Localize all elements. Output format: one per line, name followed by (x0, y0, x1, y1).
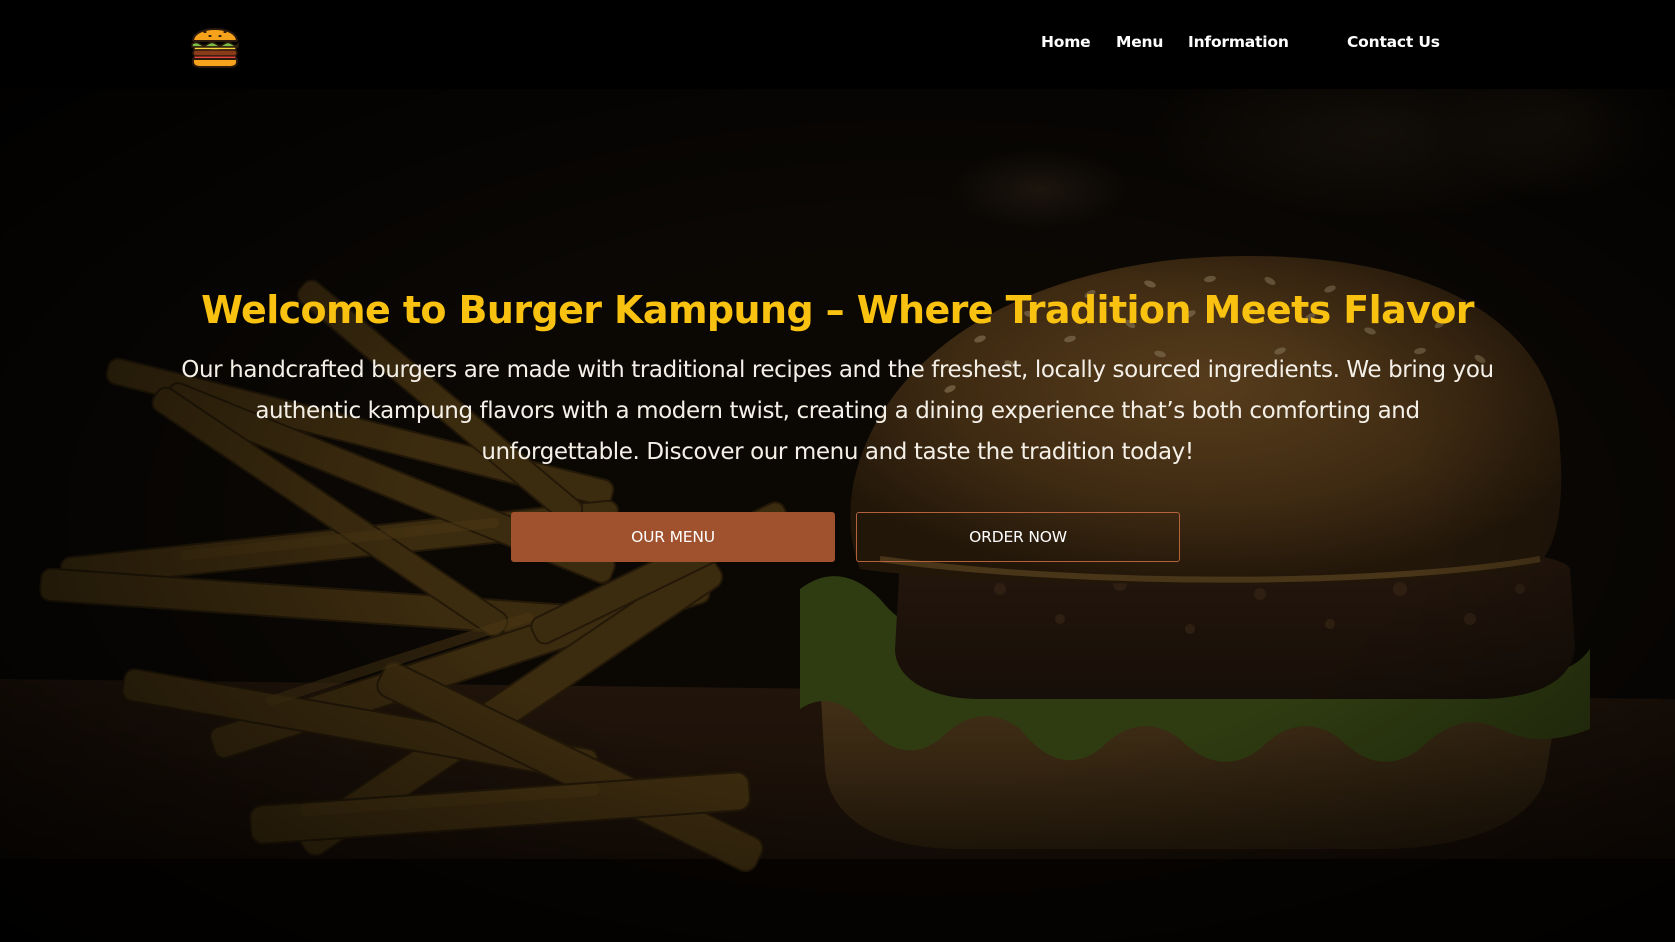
nav-link-home[interactable]: Home (1041, 33, 1091, 51)
hero-title: Welcome to Burger Kampung – Where Tradit… (201, 288, 1474, 332)
nav-link-information[interactable]: Information (1188, 33, 1289, 51)
nav-link-contact-us[interactable]: Contact Us (1347, 33, 1440, 51)
hero-description: Our handcrafted burgers are made with tr… (181, 357, 1494, 465)
order-now-button[interactable]: ORDER NOW (856, 512, 1180, 562)
nav-links: Home Menu Information Contact Us (0, 33, 1675, 57)
hero-content: Welcome to Burger Kampung – Where Tradit… (0, 89, 1675, 942)
landing-page: Home Menu Information Contact Us Welcome… (0, 0, 1675, 942)
our-menu-button[interactable]: OUR MENU (511, 512, 835, 562)
hero-section: Welcome to Burger Kampung – Where Tradit… (0, 89, 1675, 942)
nav-link-menu[interactable]: Menu (1116, 33, 1163, 51)
navbar: Home Menu Information Contact Us (0, 0, 1675, 89)
